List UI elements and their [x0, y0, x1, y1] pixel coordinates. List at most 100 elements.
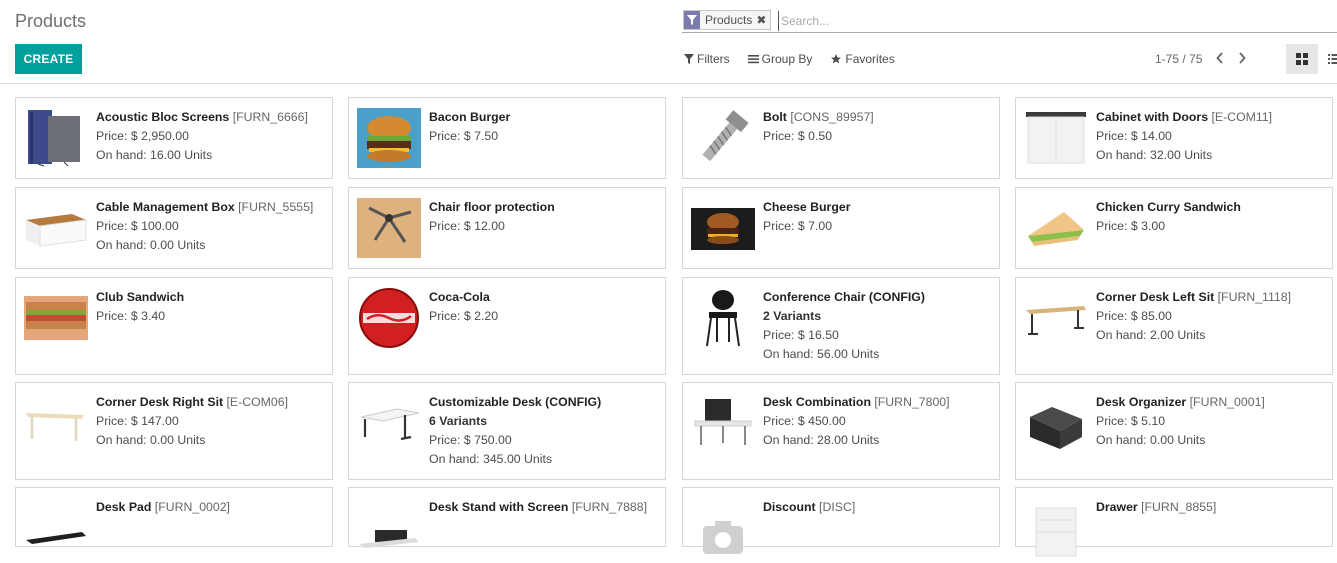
product-card[interactable]: Discount [DISC] [682, 487, 1000, 547]
chevron-right-icon[interactable] [1238, 51, 1246, 67]
product-card[interactable]: Bacon Burger Price: $ 7.50 [348, 97, 666, 179]
product-info: Chicken Curry SandwichPrice: $ 3.00 [1096, 198, 1326, 236]
product-card[interactable]: Desk Stand with Screen [FURN_7888] [348, 487, 666, 547]
product-title: Desk Organizer [FURN_0001] [1096, 393, 1326, 412]
product-code: [FURN_7800] [874, 395, 949, 409]
product-card[interactable]: Chair floor protectionPrice: $ 12.00 [348, 187, 666, 269]
product-name: Discount [763, 500, 816, 514]
filters-label: Filters [697, 52, 730, 66]
kanban-view-button[interactable] [1286, 44, 1318, 74]
product-code: [E-COM06] [227, 395, 289, 409]
favorites-dropdown[interactable]: Favorites [830, 52, 894, 66]
product-card[interactable]: Cabinet with Doors [E-COM11]Price: $ 14.… [1015, 97, 1333, 179]
product-title: Bacon Burger [429, 108, 659, 127]
pager: 1-75 / 75 [1155, 51, 1246, 67]
product-card[interactable]: Desk Combination [FURN_7800] Price: $ 450… [682, 382, 1000, 480]
chevron-left-icon[interactable] [1216, 51, 1224, 67]
product-card[interactable]: Corner Desk Left Sit [FURN_1118]Price: $… [1015, 277, 1333, 375]
product-card[interactable]: Cable Management Box [FURN_5555]Price: $… [15, 187, 333, 269]
product-code: [FURN_1118] [1218, 290, 1291, 304]
product-onhand: On hand: 16.00 Units [96, 146, 326, 165]
product-info: Cheese BurgerPrice: $ 7.00 [763, 198, 993, 236]
product-card[interactable]: Conference Chair (CONFIG)2 VariantsPrice… [682, 277, 1000, 375]
search-options: Filters Group By Favorites [684, 52, 895, 66]
product-code: [CONS_89957] [790, 110, 873, 124]
product-card[interactable]: Desk Organizer [FURN_0001]Price: $ 5.10O… [1015, 382, 1333, 480]
product-price: Price: $ 12.00 [429, 217, 659, 236]
product-info: Corner Desk Right Sit [E-COM06]Price: $ … [96, 393, 326, 450]
coca-cola-icon [357, 288, 421, 348]
group-by-dropdown[interactable]: Group By [748, 52, 813, 66]
product-card[interactable]: Coca-ColaPrice: $ 2.20 [348, 277, 666, 375]
product-title: Discount [DISC] [763, 498, 993, 517]
product-info: Bacon Burger Price: $ 7.50 [429, 108, 659, 146]
product-variants: 6 Variants [429, 412, 659, 431]
desk-organizer-icon [1024, 393, 1088, 453]
product-name: Cabinet with Doors [1096, 110, 1208, 124]
list-view-button[interactable] [1318, 44, 1337, 74]
product-card[interactable]: Acoustic Bloc Screens [FURN_6666]Price: … [15, 97, 333, 179]
product-variants: 2 Variants [763, 307, 993, 326]
product-info: Chair floor protectionPrice: $ 12.00 [429, 198, 659, 236]
product-info: Desk Pad [FURN_0002] [96, 498, 326, 517]
product-title: Acoustic Bloc Screens [FURN_6666] [96, 108, 326, 127]
product-info: Corner Desk Left Sit [FURN_1118]Price: $… [1096, 288, 1326, 345]
product-price: Price: $ 7.50 [429, 127, 659, 146]
product-code: [FURN_0002] [155, 500, 230, 514]
product-info: Conference Chair (CONFIG)2 VariantsPrice… [763, 288, 993, 364]
product-card[interactable]: Customizable Desk (CONFIG)6 VariantsPric… [348, 382, 666, 480]
product-onhand: On hand: 28.00 Units [763, 431, 993, 450]
product-price: Price: $ 147.00 [96, 412, 326, 431]
drawer-icon [1024, 498, 1088, 558]
pager-value[interactable]: 1-75 / 75 [1155, 52, 1202, 66]
search-input[interactable] [778, 11, 1318, 31]
product-title: Desk Pad [FURN_0002] [96, 498, 326, 517]
view-switcher [1286, 44, 1337, 74]
search-facet[interactable]: Products ✖ [683, 10, 771, 30]
product-code: [FURN_6666] [233, 110, 308, 124]
desk-stand-icon [357, 498, 421, 558]
filters-dropdown[interactable]: Filters [684, 52, 730, 66]
product-title: Chair floor protection [429, 198, 659, 217]
product-title: Desk Stand with Screen [FURN_7888] [429, 498, 659, 517]
facet-close-icon[interactable]: ✖ [756, 11, 770, 29]
product-price: Price: $ 2.20 [429, 307, 659, 326]
chair-icon [691, 288, 755, 348]
floor-protection-icon [357, 198, 421, 258]
sandwich-icon [1024, 198, 1088, 258]
cable-box-icon [24, 198, 88, 258]
filter-icon [684, 54, 694, 64]
product-title: Corner Desk Right Sit [E-COM06] [96, 393, 326, 412]
product-card[interactable]: Cheese BurgerPrice: $ 7.00 [682, 187, 1000, 269]
star-icon [830, 53, 842, 65]
product-name: Desk Combination [763, 395, 871, 409]
product-card[interactable]: Corner Desk Right Sit [E-COM06]Price: $ … [15, 382, 333, 480]
product-info: Cabinet with Doors [E-COM11]Price: $ 14.… [1096, 108, 1326, 165]
product-info: Desk Organizer [FURN_0001]Price: $ 5.10O… [1096, 393, 1326, 450]
product-title: Corner Desk Left Sit [FURN_1118] [1096, 288, 1326, 307]
product-code: [E-COM11] [1211, 110, 1272, 124]
product-card[interactable]: Drawer [FURN_8855] [1015, 487, 1333, 547]
product-card[interactable]: Club SandwichPrice: $ 3.40 [15, 277, 333, 375]
product-onhand: On hand: 0.00 Units [1096, 431, 1326, 450]
bolt-icon [691, 108, 755, 168]
cabinet-icon [1024, 108, 1088, 168]
product-name: Bacon Burger [429, 110, 510, 124]
product-title: Cable Management Box [FURN_5555] [96, 198, 326, 217]
product-title: Drawer [FURN_8855] [1096, 498, 1326, 517]
create-button[interactable]: CREATE [15, 44, 82, 74]
product-price: Price: $ 450.00 [763, 412, 993, 431]
product-title: Club Sandwich [96, 288, 326, 307]
product-info: Club SandwichPrice: $ 3.40 [96, 288, 326, 326]
search-box: Products ✖ [682, 9, 1337, 33]
product-card[interactable]: Desk Pad [FURN_0002] [15, 487, 333, 547]
product-name: Acoustic Bloc Screens [96, 110, 229, 124]
product-card[interactable]: Chicken Curry SandwichPrice: $ 3.00 [1015, 187, 1333, 269]
camera-placeholder-icon [691, 498, 755, 558]
product-price: Price: $ 3.40 [96, 307, 326, 326]
product-card[interactable]: Bolt [CONS_89957]Price: $ 0.50 [682, 97, 1000, 179]
product-onhand: On hand: 32.00 Units [1096, 146, 1326, 165]
desk-icon [357, 393, 421, 453]
product-info: Discount [DISC] [763, 498, 993, 517]
burger-icon [357, 108, 421, 168]
